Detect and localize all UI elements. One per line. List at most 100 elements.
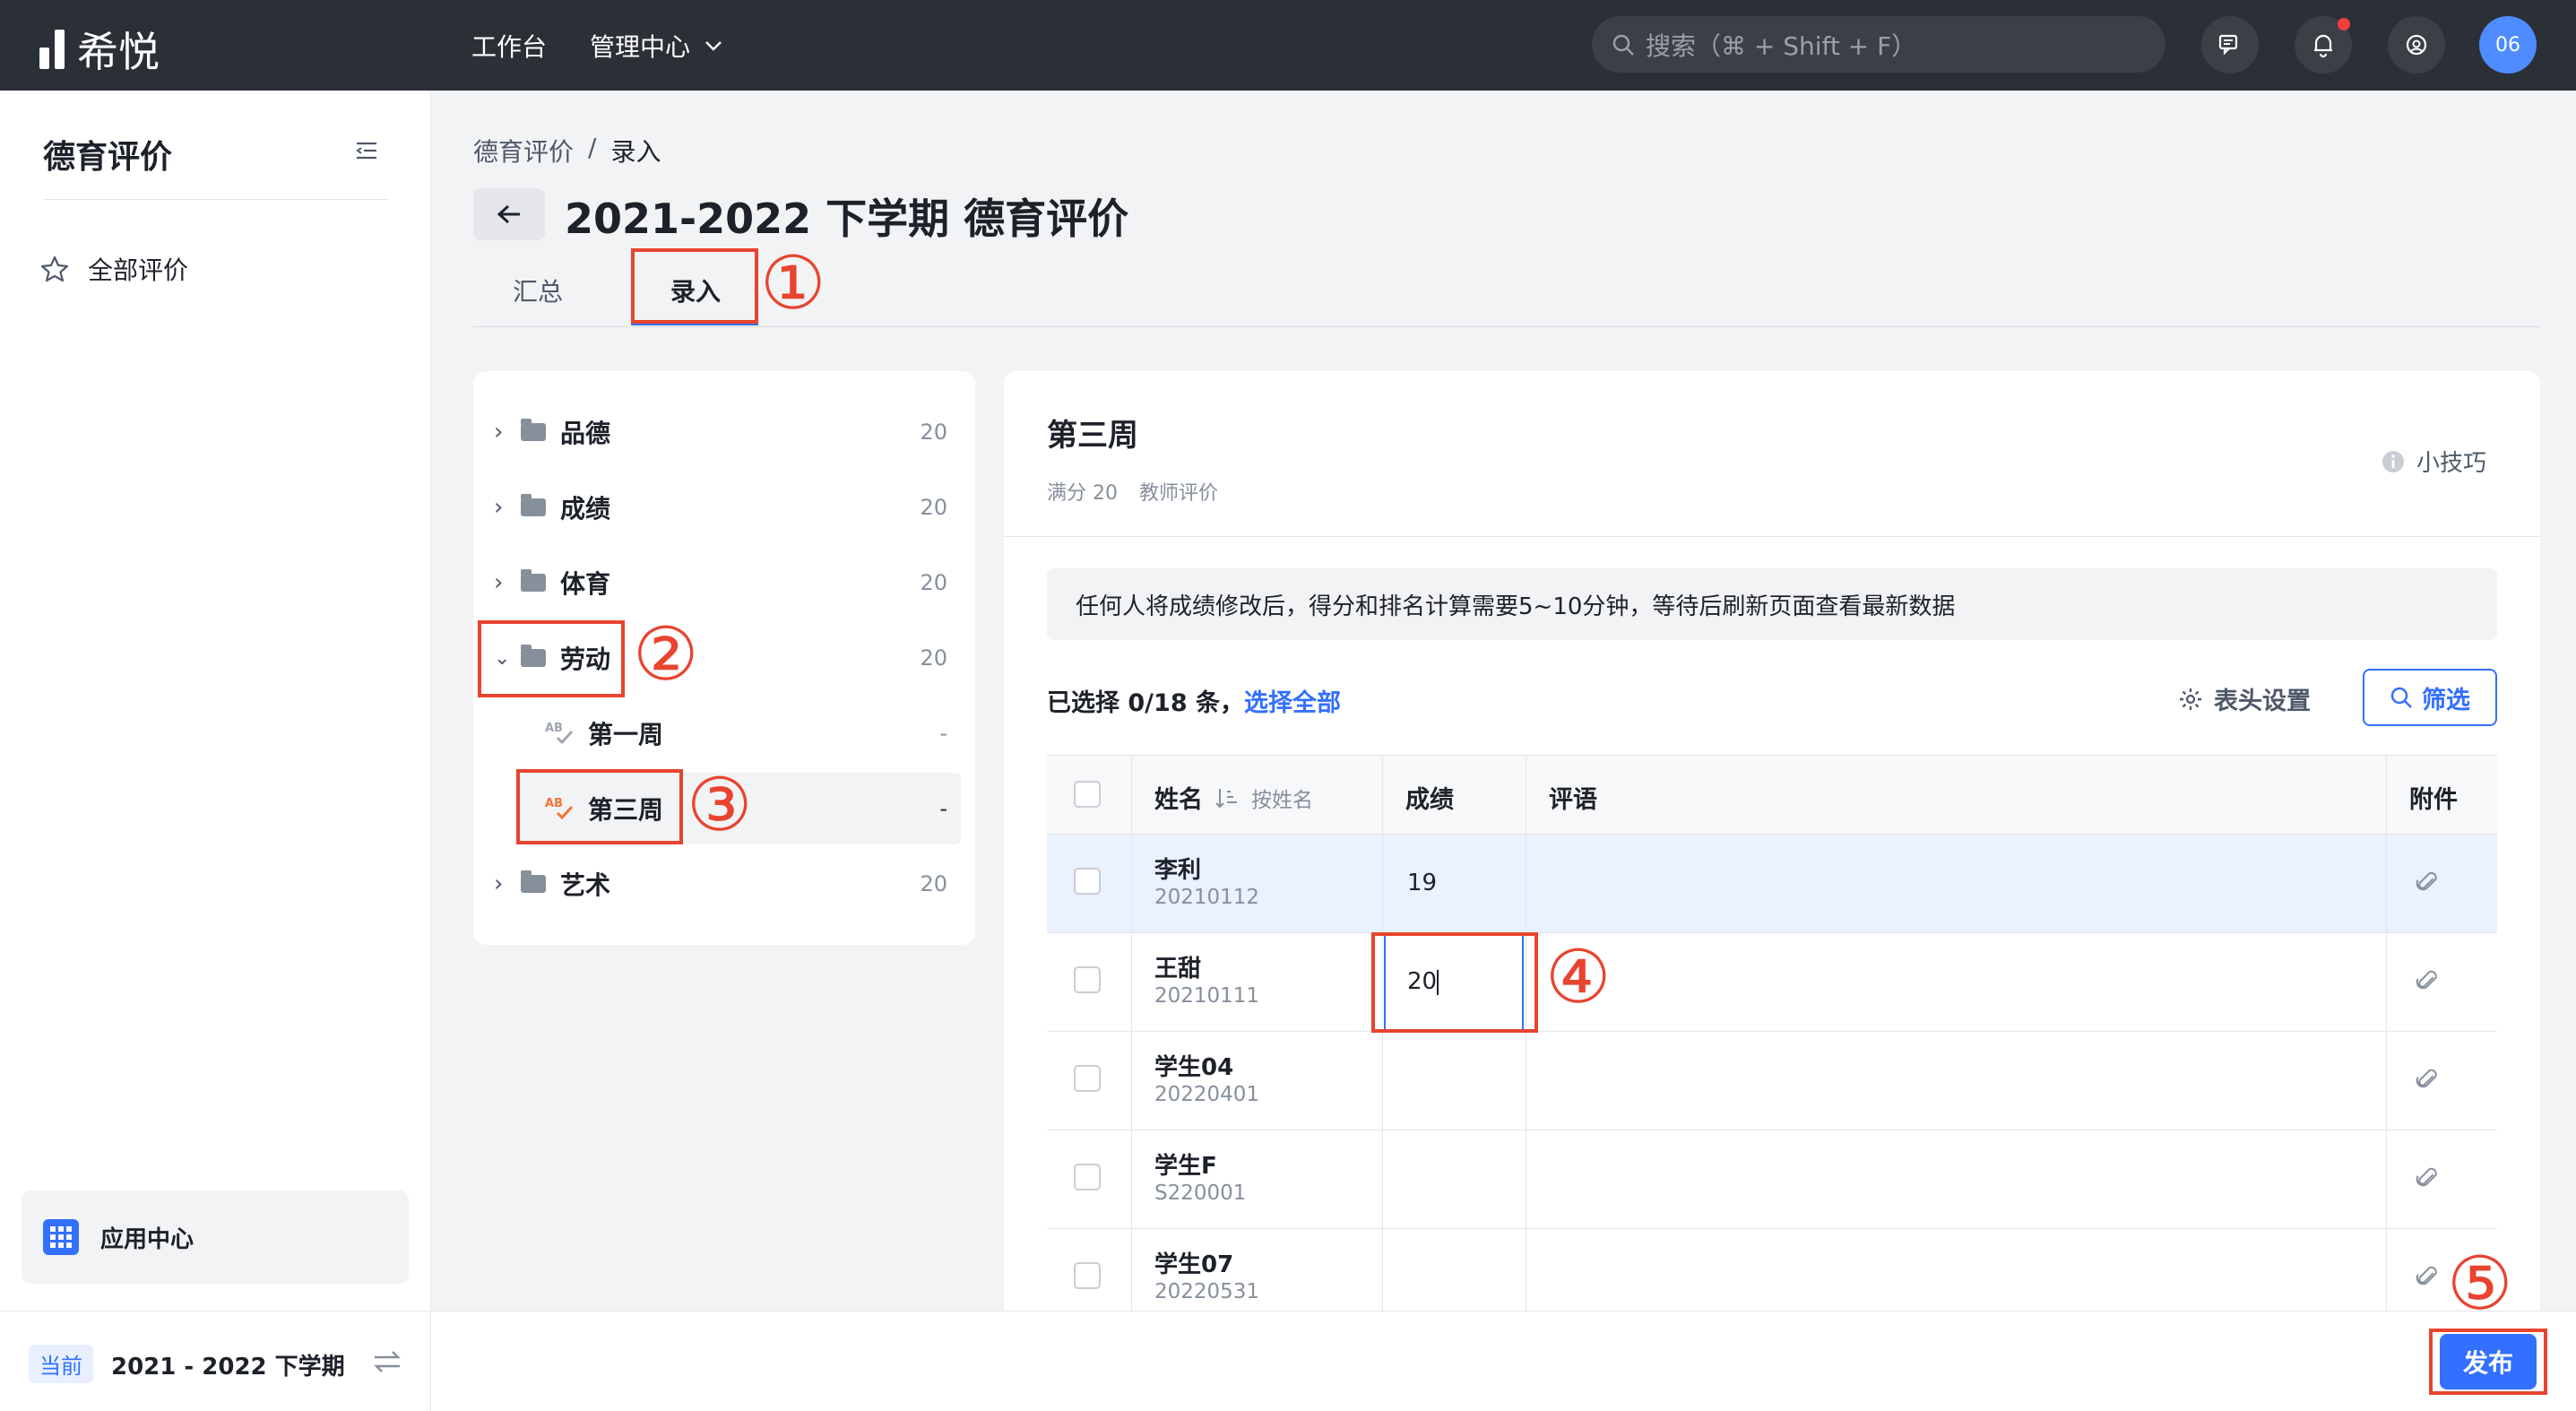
- breadcrumb-root[interactable]: 德育评价: [473, 133, 574, 169]
- annotation-box-2: [478, 620, 625, 697]
- paperclip-icon[interactable]: [2415, 868, 2442, 898]
- filter-button[interactable]: 筛选: [2363, 669, 2497, 726]
- breadcrumb-current: 录入: [610, 137, 661, 167]
- annotation-step-4: ④: [1545, 935, 1612, 1020]
- annotation-step-2: ②: [633, 612, 699, 697]
- tree-item-count: -: [939, 721, 947, 746]
- tips-link[interactable]: 小技巧: [2381, 445, 2486, 478]
- sidebar-divider: [43, 199, 389, 200]
- row-checkbox[interactable]: [1074, 868, 1101, 895]
- column-name-label: 姓名: [1154, 786, 1203, 814]
- switch-term-button[interactable]: [373, 1348, 402, 1379]
- student-table: 姓名 按姓名 成绩 评语 附件 李利 20210112 19 王甜 202101…: [1047, 755, 2497, 1311]
- search-placeholder: 搜索（⌘ + Shift + F）: [1646, 30, 1917, 61]
- nav-admin-menu[interactable]: 管理中心: [590, 28, 722, 64]
- header-settings-button[interactable]: 表头设置: [2178, 681, 2311, 716]
- table-row-highlight: [1047, 834, 2497, 932]
- tree-item-count: 20: [920, 570, 947, 595]
- select-all-checkbox[interactable]: [1074, 781, 1101, 808]
- column-divider: [1382, 755, 1383, 1311]
- name-column-header[interactable]: 姓名 按姓名: [1154, 780, 1313, 815]
- tree-item-grades[interactable]: › 成绩 20: [494, 470, 947, 545]
- folder-icon: [521, 494, 546, 516]
- top-bar: [0, 0, 2576, 91]
- arrow-left-icon: [497, 204, 520, 224]
- app-center-button[interactable]: 应用中心: [22, 1190, 409, 1284]
- collapse-icon: [356, 142, 376, 160]
- paperclip-icon[interactable]: [2415, 966, 2442, 997]
- tree-item-morality[interactable]: › 品德 20: [494, 394, 947, 470]
- tree-item-count: 20: [920, 420, 947, 445]
- tree-item-label: 成绩: [560, 494, 611, 524]
- chevron-right-icon: ›: [494, 419, 504, 446]
- chevron-right-icon: ›: [494, 870, 504, 897]
- filter-label: 筛选: [2422, 686, 2470, 714]
- tree-item-pe[interactable]: › 体育 20: [494, 545, 947, 620]
- column-divider: [1131, 755, 1132, 1311]
- row-checkbox[interactable]: [1074, 966, 1101, 993]
- detail-meta: 满分 20 教师评价: [1047, 477, 1218, 506]
- tree-item-label: 品德: [560, 419, 611, 448]
- app-logo[interactable]: 希悦: [39, 20, 160, 79]
- student-name: 学生F: [1154, 1153, 1217, 1180]
- detail-divider: [1004, 536, 2540, 537]
- chevron-right-icon: ›: [494, 494, 504, 521]
- annotation-step-1: ①: [760, 241, 826, 326]
- row-checkbox[interactable]: [1074, 1065, 1101, 1092]
- tree-item-label: 体育: [560, 569, 611, 599]
- tabs-divider: [473, 326, 2540, 327]
- annotation-box-3: [516, 769, 683, 844]
- page-title: 2021-2022 下学期 德育评价: [565, 195, 1129, 243]
- bell-icon: [2314, 34, 2332, 58]
- annotation-step-5: ⑤: [2447, 1242, 2513, 1327]
- search-icon: [1612, 34, 1634, 56]
- header-settings-label: 表头设置: [2214, 688, 2311, 715]
- grid-apps-icon: [43, 1219, 79, 1255]
- row-checkbox[interactable]: [1074, 1262, 1101, 1289]
- bottom-action-bar: [431, 1311, 2576, 1411]
- row-divider: [1047, 834, 2497, 835]
- row-divider: [1047, 1228, 2497, 1229]
- term-badge: 当前: [29, 1345, 93, 1383]
- evaluator-type: 教师评价: [1139, 482, 1219, 505]
- nav-workbench[interactable]: 工作台: [471, 28, 547, 64]
- logo-text: 希悦: [77, 28, 160, 76]
- row-divider: [1047, 932, 2497, 933]
- back-button[interactable]: [473, 188, 545, 240]
- tree-item-art[interactable]: › 艺术 20: [494, 846, 947, 922]
- avatar[interactable]: 06: [2479, 16, 2537, 74]
- paperclip-icon[interactable]: [2415, 1065, 2442, 1095]
- score-cell[interactable]: 19: [1407, 870, 1437, 896]
- student-id: 20210112: [1154, 886, 1260, 909]
- paperclip-icon[interactable]: [2415, 1262, 2442, 1293]
- annotation-box-4: [1371, 932, 1538, 1033]
- student-name: 王甜: [1154, 956, 1202, 983]
- paperclip-icon[interactable]: [2415, 1164, 2442, 1194]
- row-checkbox[interactable]: [1074, 1164, 1101, 1190]
- annotation-box-1: [631, 248, 758, 324]
- logo-mark-icon: [39, 30, 65, 69]
- tree-item-count: -: [939, 796, 947, 821]
- notification-dot: [2338, 18, 2350, 30]
- select-all-link[interactable]: 选择全部: [1244, 683, 1341, 718]
- star-icon: [40, 255, 69, 282]
- student-id: S220001: [1154, 1182, 1247, 1205]
- help-button[interactable]: [2388, 16, 2445, 74]
- collapse-sidebar-button[interactable]: [355, 140, 378, 165]
- chat-icon: [2218, 34, 2238, 56]
- ab-check-icon: AB: [545, 722, 574, 745]
- search-input[interactable]: 搜索（⌘ + Shift + F）: [1592, 16, 2165, 73]
- message-button[interactable]: [2201, 16, 2259, 74]
- app-center-label: 应用中心: [100, 1225, 194, 1253]
- tree-item-label: 第一周: [588, 720, 664, 749]
- full-score: 满分 20: [1047, 482, 1118, 505]
- breadcrumb-separator: /: [588, 133, 597, 162]
- tab-summary[interactable]: 汇总: [513, 273, 563, 308]
- notice-banner: 任何人将成绩修改后，得分和排名计算需要5~10分钟，等待后刷新页面查看最新数据: [1047, 568, 2497, 640]
- column-attachment-header: 附件: [2409, 786, 2458, 814]
- student-name: 学生04: [1154, 1054, 1234, 1081]
- tree-item-label: 艺术: [560, 870, 611, 900]
- tree-item-week-1[interactable]: AB 第一周 -: [545, 696, 947, 771]
- sidebar-item-all-evaluations[interactable]: 全部评价: [39, 251, 188, 287]
- tree-item-count: 20: [920, 645, 947, 671]
